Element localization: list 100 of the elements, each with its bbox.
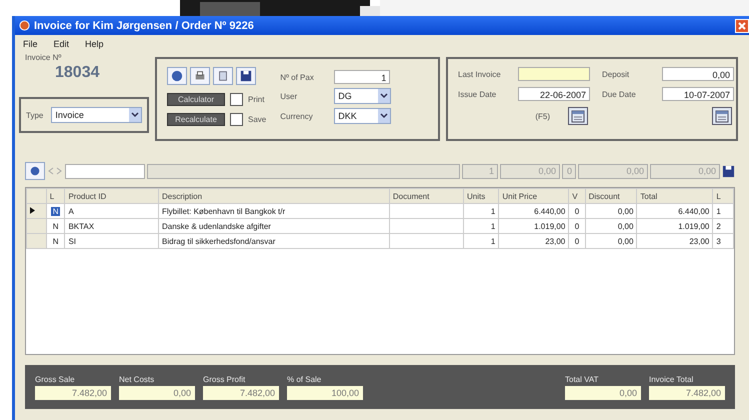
table-cell: BKTAX — [68, 222, 94, 230]
menu-item[interactable]: File — [23, 39, 38, 49]
type-dropdown[interactable]: Invoice — [51, 107, 142, 123]
table-cell: 0 — [574, 206, 580, 216]
column-header: Document — [389, 188, 464, 204]
window-title: Invoice for Kim Jørgensen / Order Nº 9226 — [34, 20, 254, 32]
checkbox[interactable] — [230, 92, 243, 106]
calendar-icon — [715, 109, 729, 123]
input-field[interactable] — [147, 164, 460, 178]
table-cell: SI — [68, 236, 76, 246]
total-value: 0,00 — [119, 386, 195, 400]
field-label: Deposit — [602, 70, 630, 78]
field-label: Currency — [280, 112, 314, 120]
print-icon-button[interactable] — [190, 67, 210, 85]
calendar-button[interactable] — [568, 107, 588, 125]
menu-item[interactable]: Help — [85, 39, 104, 49]
calculator-button[interactable]: Calculator — [167, 92, 225, 106]
table-cell: Flybillet: København til Bangkok t/r — [162, 206, 286, 216]
menu-item[interactable]: Edit — [54, 39, 70, 49]
save-icon-button[interactable] — [236, 67, 256, 85]
table-cell: N — [50, 206, 60, 216]
calendar-button[interactable] — [712, 107, 732, 125]
table-cell: 2 — [716, 222, 721, 230]
printer-icon — [194, 70, 206, 82]
total-label: Total VAT — [565, 374, 600, 384]
field-label: Last Invoice — [458, 70, 502, 78]
input-field[interactable] — [518, 67, 590, 81]
column-header: Product ID — [64, 188, 158, 204]
caret-icon — [131, 112, 139, 118]
table-cell: 1 — [490, 206, 496, 216]
field-label: Nº of Pax — [280, 72, 315, 82]
total-value: 7.482,00 — [203, 386, 279, 400]
caret-icon — [380, 113, 388, 119]
table-cell: N — [52, 236, 58, 246]
app-icon — [19, 20, 30, 31]
table-cell: Danske & udenlandske afgifter — [162, 222, 271, 230]
table-cell: 0 — [574, 222, 580, 230]
table-cell: 23,00 — [689, 236, 710, 246]
checkbox-label: Print — [248, 94, 264, 104]
total-value: 0,00 — [565, 386, 641, 400]
field-label: Issue Date — [458, 90, 498, 98]
dropdown[interactable]: DKK — [334, 108, 392, 124]
input-field[interactable]: 1 — [334, 70, 390, 84]
navigation-arrows-icon — [47, 167, 63, 175]
column-header: Discount — [585, 188, 637, 204]
total-label: Invoice Total — [649, 374, 694, 384]
table-cell: 6.440,00 — [678, 206, 710, 216]
circle-icon — [29, 165, 41, 177]
table-cell: 1.019,00 — [534, 222, 566, 230]
table-cell: 0,00 — [618, 222, 634, 230]
input-field[interactable]: 10-07-2007 — [662, 87, 734, 101]
table-cell: 1 — [490, 222, 496, 230]
type-label: Type — [26, 110, 44, 120]
caret-icon — [380, 93, 388, 99]
row-pointer-icon — [30, 206, 35, 214]
table-cell: N — [52, 222, 58, 230]
total-value: 7.482,00 — [35, 386, 111, 400]
help-icon-button[interactable] — [167, 67, 187, 85]
table-cell: 6.440,00 — [534, 206, 566, 216]
table-cell: 23,00 — [545, 236, 566, 246]
input-field[interactable] — [65, 164, 145, 178]
checkbox[interactable] — [230, 112, 243, 126]
table-cell: Bidrag til sikkerhedsfond/ansvar — [162, 236, 276, 246]
table-cell: 1 — [716, 206, 721, 216]
field-label: User — [280, 92, 298, 100]
table-cell: 0 — [574, 236, 580, 246]
circle-icon — [171, 70, 183, 82]
field-label: Due Date — [602, 90, 637, 98]
total-label: Gross Sale — [35, 374, 76, 384]
hotkey-label: (F5) — [535, 112, 550, 120]
table-cell: 1.019,00 — [678, 222, 710, 230]
calendar-icon — [571, 109, 585, 123]
total-value: 100,00 — [287, 386, 363, 400]
total-label: % of Sale — [287, 374, 322, 384]
column-header: Description — [158, 188, 390, 204]
invoice-number-label: Invoice Nº — [25, 53, 62, 62]
table-cell: 1 — [490, 236, 496, 246]
document-icon — [217, 70, 229, 82]
column-header: V — [568, 188, 586, 204]
close-icon — [737, 20, 747, 30]
new-line-button[interactable] — [25, 162, 45, 180]
column-header: Unit Price — [498, 188, 569, 204]
save-icon[interactable] — [722, 164, 735, 178]
total-label: Gross Profit — [203, 374, 246, 384]
checkbox-label: Save — [248, 114, 266, 124]
column-header: Total — [636, 188, 713, 204]
column-header: Units — [463, 188, 499, 204]
close-button[interactable] — [735, 18, 749, 32]
input-field[interactable]: 22-06-2007 — [518, 87, 590, 101]
dropdown[interactable]: DG — [334, 88, 392, 104]
invoice-number: 18034 — [54, 64, 100, 82]
input-field[interactable]: 0,00 — [662, 67, 734, 81]
total-value: 7.482,00 — [649, 386, 725, 400]
column-header: L — [712, 188, 734, 204]
table-cell: A — [68, 206, 74, 216]
recalculate-button[interactable]: Recalculate — [167, 112, 225, 126]
document-icon-button[interactable] — [213, 67, 233, 85]
total-label: Net Costs — [119, 374, 156, 384]
table-cell: 0,00 — [618, 236, 634, 246]
table-cell: 0,00 — [618, 206, 634, 216]
